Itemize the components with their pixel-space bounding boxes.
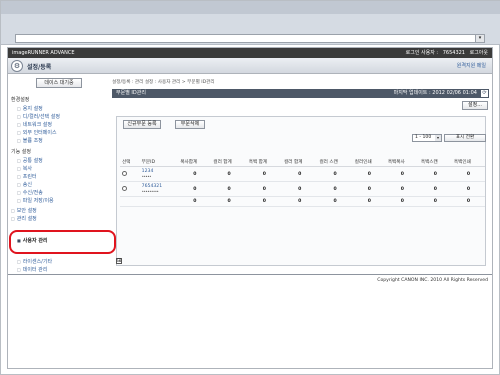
page-range-select[interactable]: 1 - 100 ▾ <box>412 134 442 142</box>
col-mono-total: 흑백 합계 <box>246 158 283 167</box>
page-titlebar: ⚙ 설정/등록 원격지원 메일 <box>8 58 492 74</box>
sidebar-item-copy[interactable]: 복사 <box>17 165 32 172</box>
sidebar-item-interface[interactable]: 외부 인터페이스 <box>17 129 57 136</box>
cell-value: 0 <box>282 166 318 182</box>
cell-value: 0 <box>317 181 353 197</box>
cell-value: 0 <box>246 181 283 197</box>
cell-value: 0 <box>211 181 247 197</box>
sidebar-item-printer[interactable]: 프린터 <box>17 173 37 180</box>
address-bar[interactable]: ▾ <box>15 34 485 43</box>
last-updated: 마지막 업데이트 : 2012 02/06 01:04 <box>393 90 477 96</box>
user-info: 로그인 사용자 : 7654321 로그아웃 <box>403 48 488 58</box>
page-range-value: 1 - 100 <box>415 135 432 140</box>
col-mono-copy: 흑백복사 <box>385 158 419 167</box>
browser-titlebar <box>1 1 500 14</box>
highlight-ring <box>9 230 116 254</box>
cell-value: 0 <box>317 166 353 182</box>
col-copy-total: 복사합계 <box>178 158 212 167</box>
delete-department-button[interactable]: 부문삭제 <box>175 120 205 129</box>
chevron-down-icon: ▾ <box>435 135 441 141</box>
col-select: 선택 <box>120 158 140 167</box>
cell-value: 0 <box>451 196 485 207</box>
user-label: 로그인 사용자 : <box>405 50 439 56</box>
address-dropdown-icon[interactable]: ▾ <box>475 35 484 42</box>
remote-ui-app: imageRUNNER ADVANCE 로그인 사용자 : 7654321 로그… <box>7 47 493 369</box>
settings-button[interactable]: 설정... <box>462 101 488 110</box>
cell-value: 0 <box>282 196 318 207</box>
sidebar-item-receive[interactable]: 수신/전송 <box>17 189 43 196</box>
cell-value: 0 <box>418 181 452 197</box>
cell-value: 0 <box>282 181 318 197</box>
cell-value: 0 <box>418 166 452 182</box>
row-radio[interactable] <box>122 185 127 191</box>
sidebar-item-security[interactable]: 보안 설정 <box>11 207 37 214</box>
panel-title: 부문별 ID관리 <box>116 90 146 96</box>
logout-link[interactable]: 로그아웃 <box>470 50 488 56</box>
panel-header: 부문별 ID관리 마지막 업데이트 : 2012 02/06 01:04 ⟳ <box>112 89 489 98</box>
window-frame: ▾ imageRUNNER ADVANCE 로그인 사용자 : 7654321 … <box>0 0 500 375</box>
sidebar-item-file-storage[interactable]: 파일 저장/이용 <box>17 197 54 204</box>
sidebar-item-data-management[interactable]: 데이터 관리 <box>17 266 48 273</box>
user-id: 7654321 <box>442 50 465 56</box>
cell-value: 0 <box>211 166 247 182</box>
cell-value: 0 <box>246 196 283 207</box>
sidebar-item-send[interactable]: 송신 <box>17 181 32 188</box>
browser-chrome: ▾ <box>1 1 500 45</box>
row-radio[interactable] <box>122 170 127 176</box>
cell-value: 0 <box>352 181 386 197</box>
cell-value: 0 <box>451 166 485 182</box>
table-row: 1234 ••••• 0 0 0 0 0 0 0 0 0 <box>120 166 485 182</box>
brand-name: imageRUNNER ADVANCE <box>12 50 75 56</box>
cell-value: 0 <box>211 196 247 207</box>
cell-value: 0 <box>451 181 485 197</box>
cell-value: 0 <box>178 196 212 207</box>
table-row: 7654321 ••••••••• 0 0 0 0 0 0 0 0 0 <box>120 181 485 197</box>
cell-value: 0 <box>385 181 419 197</box>
sidebar-item-management[interactable]: 관리 설정 <box>11 215 37 222</box>
dept-pin: ••••••••• <box>141 189 159 194</box>
sidebar-item-license[interactable]: 라이센스/기타 <box>17 258 52 265</box>
cell-value: 0 <box>352 166 386 182</box>
sidebar-item-paper[interactable]: 용지 설정 <box>17 105 43 112</box>
cell-value: 0 <box>418 196 452 207</box>
cell-value: 0 <box>246 166 283 182</box>
top-link[interactable]: 원격지원 메일 <box>457 62 486 69</box>
toggle-display-button[interactable]: 표시 전환 <box>444 134 486 142</box>
register-department-button[interactable]: 신규부문 등록 <box>123 120 161 129</box>
cell-value: 0 <box>178 166 212 182</box>
cell-value: 0 <box>317 196 353 207</box>
col-mono-scan: 흑백스캔 <box>418 158 452 167</box>
sidebar-item-color[interactable]: 디/컬러/선택 설정 <box>17 113 60 120</box>
col-color-scan: 컬러 스캔 <box>317 158 353 167</box>
settings-gear-icon[interactable]: ⚙ <box>11 60 23 72</box>
cell-value: 0 <box>385 166 419 182</box>
department-table: 선택 부문ID 복사합계 컬러 합계 흑백 합계 컬러 합계 컬러 스캔 컬러인… <box>120 158 485 207</box>
expand-icon[interactable]: ⊞ <box>116 258 122 264</box>
col-color-total-2: 컬러 합계 <box>282 158 318 167</box>
cell-value: 0 <box>178 181 212 197</box>
cell-value: 0 <box>385 196 419 207</box>
sidebar-heading-env: 환경설정 <box>11 97 30 103</box>
page-title: 설정/등록 <box>27 64 52 71</box>
table-row: 0 0 0 0 0 0 0 0 0 <box>120 196 485 207</box>
breadcrumb: 설정/등록 : 관리 설정 : 사용자 관리 > 부문별 ID관리 <box>112 80 215 85</box>
copyright: Copyright CANON INC. 2010 All Rights Res… <box>377 278 488 283</box>
sidebar-item-volume[interactable]: 볼륨 조정 <box>17 137 43 144</box>
device-status-button[interactable]: 데이스 대기중 <box>36 78 82 88</box>
col-mono-print: 흑백인쇄 <box>451 158 485 167</box>
sidebar-heading-function: 기능 설정 <box>11 149 31 155</box>
refresh-icon[interactable]: ⟳ <box>481 90 488 97</box>
dept-pin: ••••• <box>141 174 152 179</box>
brand-bar: imageRUNNER ADVANCE 로그인 사용자 : 7654321 로그… <box>8 48 492 58</box>
col-color-print: 컬러인쇄 <box>352 158 386 167</box>
sidebar-item-network[interactable]: 네트워크 설정 <box>17 121 52 128</box>
cell-value: 0 <box>352 196 386 207</box>
col-color-total: 컬러 합계 <box>211 158 247 167</box>
col-dept-id: 부문ID <box>139 158 179 167</box>
sidebar-item-common[interactable]: 공통 설정 <box>17 157 43 164</box>
